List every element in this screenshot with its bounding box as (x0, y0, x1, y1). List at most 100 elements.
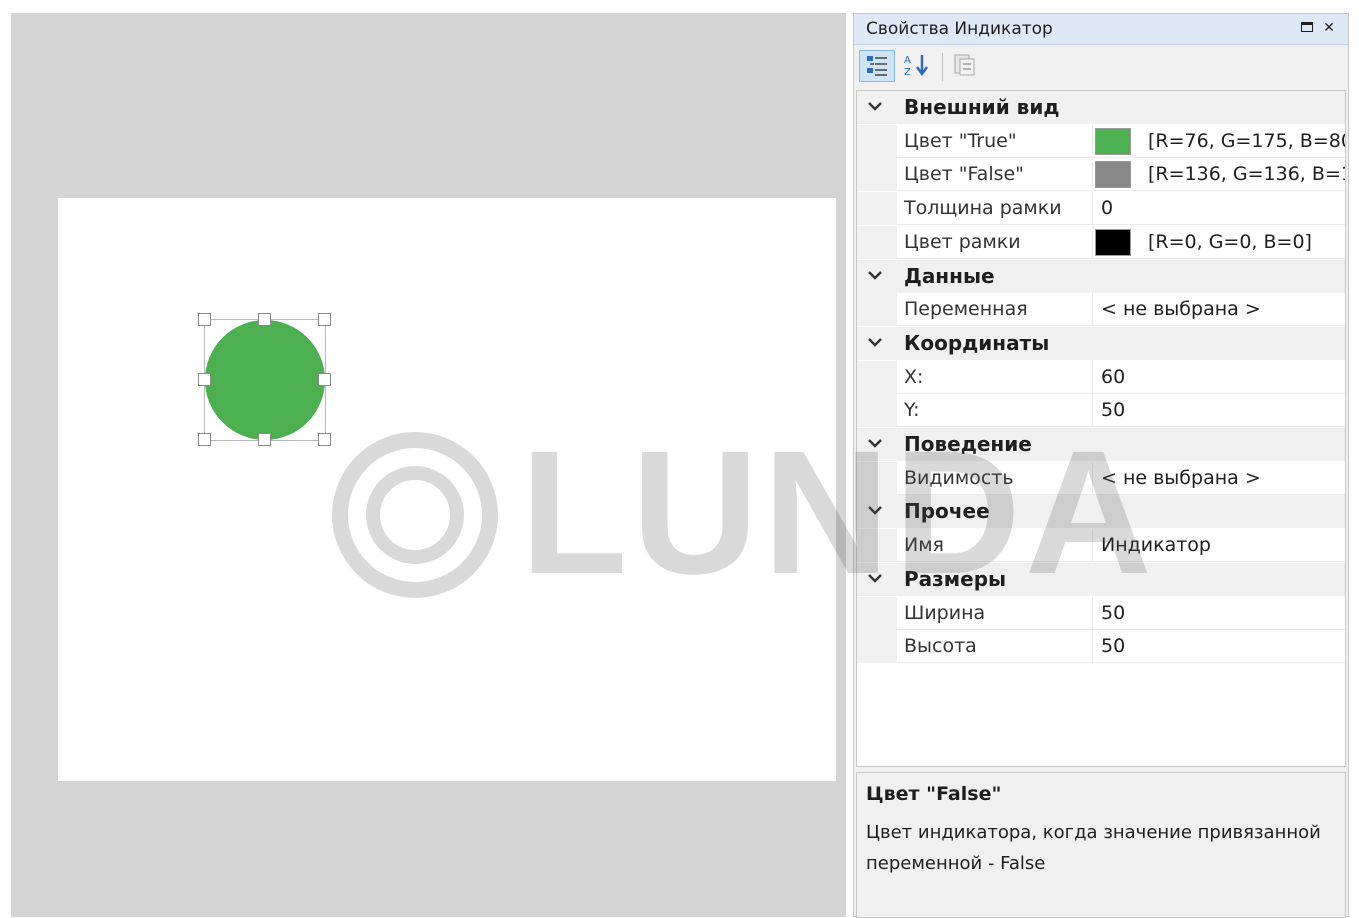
category-label: Поведение (904, 432, 1032, 456)
property-name: Цвет рамки (904, 230, 1021, 253)
resize-handle-top-right[interactable] (318, 313, 331, 326)
row-gutter (857, 293, 897, 327)
property-value-cell[interactable]: 50 (1093, 597, 1345, 630)
property-value-cell[interactable]: 0 (1093, 192, 1345, 226)
category-row[interactable]: Прочее (857, 495, 1345, 529)
property-row[interactable]: Цвет "True" [R=76, G=175, B=80] (857, 124, 1345, 158)
property-name: Высота (904, 635, 977, 658)
property-value: < не выбрана > (1101, 466, 1261, 489)
property-name-cell[interactable]: Цвет рамки (897, 225, 1093, 259)
property-value: Индикатор (1101, 534, 1211, 557)
property-value-cell[interactable]: 50 (1093, 630, 1345, 664)
property-name-cell[interactable]: Цвет "False" (897, 158, 1093, 192)
category-row[interactable]: Данные (857, 259, 1345, 293)
property-grid: Внешний вид Цвет "True" [R=76, G=175, B=80… (856, 90, 1346, 767)
svg-text:Z: Z (904, 67, 911, 78)
chevron-down-icon[interactable] (865, 568, 885, 588)
color-swatch[interactable] (1095, 161, 1131, 189)
category-row[interactable]: Размеры (857, 562, 1345, 596)
chevron-down-icon[interactable] (865, 433, 885, 453)
property-value: [R=0, G=0, B=0] (1148, 230, 1312, 253)
property-row[interactable]: X: 60 (857, 360, 1345, 394)
chevron-down-icon[interactable] (865, 265, 885, 285)
chevron-down-icon[interactable] (865, 96, 885, 116)
property-name: Цвет "True" (904, 129, 1017, 152)
screen-canvas[interactable] (58, 198, 836, 781)
property-row[interactable]: Цвет "False" [R=136, G=136, B=136] (857, 158, 1345, 192)
property-name-cell[interactable]: Имя (897, 529, 1093, 563)
resize-handle-bottom-left[interactable] (198, 433, 211, 446)
property-value-cell[interactable]: < не выбрана > (1093, 462, 1345, 495)
property-value: 50 (1101, 635, 1126, 658)
design-workspace (11, 13, 846, 917)
color-swatch[interactable] (1095, 228, 1131, 256)
maximize-icon[interactable] (1296, 17, 1318, 39)
description-text: Цвет индикатора, когда значение привязан… (866, 822, 1321, 874)
row-gutter (857, 394, 897, 428)
toolbar-separator (942, 53, 943, 81)
row-gutter (857, 596, 897, 630)
row-gutter (857, 461, 897, 495)
property-name-cell[interactable]: X: (897, 360, 1093, 394)
property-value-cell[interactable]: 50 (1093, 394, 1345, 428)
indicator-circle[interactable] (205, 320, 325, 440)
resize-handle-left[interactable] (198, 373, 211, 386)
category-row[interactable]: Внешний вид (857, 91, 1345, 124)
property-value-cell[interactable]: [R=0, G=0, B=0] (1093, 226, 1345, 259)
description-title: Цвет "False" (866, 783, 1002, 805)
property-value-cell[interactable]: [R=136, G=136, B=136] (1093, 158, 1345, 192)
category-label: Прочее (904, 499, 990, 524)
property-name-cell[interactable]: Ширина (897, 596, 1093, 630)
property-name: Толщина рамки (904, 197, 1062, 220)
property-name: Видимость (904, 466, 1014, 489)
sort-alphabetical-icon[interactable]: A Z (900, 50, 936, 82)
category-row[interactable]: Координаты (857, 326, 1345, 360)
panel-title-bar[interactable]: Свойства Индикатор ✕ (854, 14, 1348, 45)
categorized-icon[interactable] (859, 50, 895, 82)
indicator-element[interactable] (198, 313, 331, 446)
chevron-down-icon[interactable] (865, 332, 885, 352)
property-name: Цвет "False" (904, 163, 1024, 186)
property-value: 60 (1101, 365, 1126, 388)
row-gutter (857, 124, 897, 158)
property-value: [R=76, G=175, B=80] (1148, 129, 1345, 152)
property-name: Переменная (904, 298, 1028, 321)
svg-text:A: A (904, 55, 911, 66)
property-row[interactable]: Имя Индикатор (857, 529, 1345, 563)
close-icon[interactable]: ✕ (1318, 17, 1340, 39)
property-value-cell[interactable]: 60 (1093, 361, 1345, 394)
property-value: [R=136, G=136, B=136] (1148, 163, 1345, 186)
property-name-cell[interactable]: Видимость (897, 461, 1093, 495)
color-swatch[interactable] (1095, 127, 1131, 155)
property-value-cell[interactable]: [R=76, G=175, B=80] (1093, 125, 1345, 158)
property-row[interactable]: Высота 50 (857, 630, 1345, 664)
resize-handle-right[interactable] (318, 373, 331, 386)
panel-title: Свойства Индикатор (866, 19, 1053, 39)
resize-handle-bottom-right[interactable] (318, 433, 331, 446)
property-row[interactable]: Толщина рамки 0 (857, 192, 1345, 226)
property-row[interactable]: Y: 50 (857, 394, 1345, 428)
property-value-cell[interactable]: < не выбрана > (1093, 293, 1345, 327)
chevron-down-icon[interactable] (865, 500, 885, 520)
property-name-cell[interactable]: Высота (897, 630, 1093, 664)
resize-handle-bottom[interactable] (258, 433, 271, 446)
resize-handle-top-left[interactable] (198, 313, 211, 326)
property-value: 50 (1101, 601, 1126, 624)
property-name: X: (904, 365, 924, 388)
property-name-cell[interactable]: Цвет "True" (897, 124, 1093, 158)
property-value-cell[interactable]: Индикатор (1093, 529, 1345, 563)
property-row[interactable]: Цвет рамки [R=0, G=0, B=0] (857, 225, 1345, 259)
description-pane: Цвет "False" Цвет индикатора, когда знач… (856, 772, 1346, 918)
property-name-cell[interactable]: Переменная (897, 293, 1093, 327)
property-name-cell[interactable]: Y: (897, 394, 1093, 428)
resize-handle-top[interactable] (258, 313, 271, 326)
category-label: Координаты (904, 330, 1050, 355)
property-name-cell[interactable]: Толщина рамки (897, 192, 1093, 226)
property-row[interactable]: Видимость < не выбрана > (857, 461, 1345, 495)
row-gutter (857, 529, 897, 563)
property-name: Ширина (904, 601, 986, 624)
property-row[interactable]: Ширина 50 (857, 596, 1345, 630)
property-pages-icon[interactable] (948, 50, 984, 82)
property-row[interactable]: Переменная < не выбрана > (857, 293, 1345, 327)
category-row[interactable]: Поведение (857, 428, 1345, 461)
